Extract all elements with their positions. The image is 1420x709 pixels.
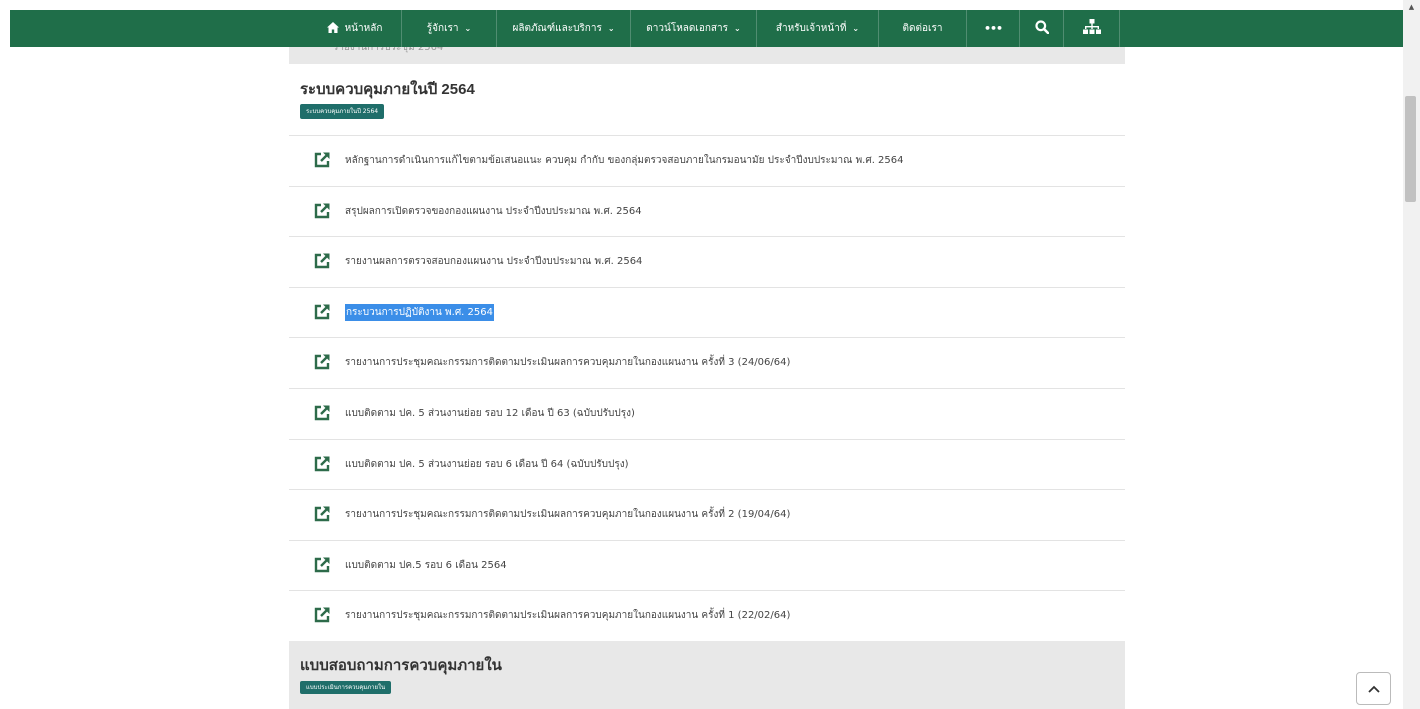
document-link[interactable]: แบบติดตาม ปค. 5 ส่วนงานย่อย รอบ 6 เดือน …	[345, 457, 629, 472]
chevron-down-icon: ⌄	[852, 24, 860, 33]
section-title: ระบบควบคุมภายในปี 2564	[300, 81, 475, 98]
section-tag[interactable]: ระบบควบคุมภายในปี 2564	[300, 104, 385, 119]
document-row[interactable]: รายงานการประชุมคณะกรรมการติดตามประเมินผล…	[289, 337, 1125, 388]
document-row[interactable]: รายงานการประชุมคณะกรรมการติดตามประเมินผล…	[289, 489, 1125, 540]
document-row[interactable]: รายงานการประชุมคณะกรรมการติดตามประเมินผล…	[289, 590, 1125, 641]
nav-downloads-label: ดาวน์โหลดเอกสาร	[646, 23, 728, 34]
document-row[interactable]: แบบติดตาม ปค.5 รอบ 6 เดือน 2564	[289, 539, 1125, 591]
page: หน้าหลัก รู้จักเรา ⌄ ผลิตภัณฑ์และบริการ …	[0, 0, 1420, 709]
document-row[interactable]: สรุปผลการเปิดตรวจของกองแผนงาน ประจำปีงบป…	[289, 185, 1125, 237]
document-row[interactable]: หลักฐานการดำเนินการแก้ไขตามข้อเสนอแนะ คว…	[289, 135, 1125, 186]
external-link-icon	[314, 304, 330, 319]
questionnaire-tag[interactable]: แบบประเมินการควบคุมภายใน	[300, 681, 392, 694]
questionnaire-section: แบบสอบถามการควบคุมภายใน แบบประเมินการควบ…	[289, 641, 1125, 709]
top-navbar: หน้าหลัก รู้จักเรา ⌄ ผลิตภัณฑ์และบริการ …	[10, 10, 1403, 47]
nav-downloads[interactable]: ดาวน์โหลดเอกสาร ⌄	[631, 10, 757, 47]
nav-home-label: หน้าหลัก	[344, 23, 383, 34]
document-link[interactable]: รายงานการประชุมคณะกรรมการติดตามประเมินผล…	[345, 507, 790, 522]
back-to-top-button[interactable]	[1356, 672, 1391, 705]
document-list: หลักฐานการดำเนินการแก้ไขตามข้อเสนอแนะ คว…	[289, 135, 1125, 641]
external-link-icon	[314, 354, 330, 370]
document-link[interactable]: หลักฐานการดำเนินการแก้ไขตามข้อเสนอแนะ คว…	[345, 153, 904, 168]
questionnaire-title: แบบสอบถามการควบคุมภายใน	[300, 657, 502, 674]
chevron-up-icon	[1367, 685, 1380, 693]
nav-home[interactable]: หน้าหลัก	[308, 10, 402, 47]
nav-search-button[interactable]	[1020, 10, 1064, 47]
document-link[interactable]: สรุปผลการเปิดตรวจของกองแผนงาน ประจำปีงบป…	[345, 204, 642, 219]
nav-staff[interactable]: สำหรับเจ้าหน้าที่ ⌄	[757, 10, 879, 47]
scroll-up-arrow-icon[interactable]: ▲	[1403, 0, 1420, 15]
page-scrollbar[interactable]: ▲	[1403, 0, 1420, 709]
document-row[interactable]: แบบติดตาม ปค. 5 ส่วนงานย่อย รอบ 6 เดือน …	[289, 438, 1125, 490]
document-row[interactable]: กระบวนการปฏิบัติงาน พ.ศ. 2564	[289, 286, 1125, 338]
nav-menu: หน้าหลัก รู้จักเรา ⌄ ผลิตภัณฑ์และบริการ …	[308, 10, 1120, 47]
nav-sitemap-button[interactable]	[1064, 10, 1120, 47]
chevron-down-icon: ⌄	[464, 24, 472, 33]
nav-products[interactable]: ผลิตภัณฑ์และบริการ ⌄	[497, 10, 631, 47]
document-link[interactable]: รายงานผลการตรวจสอบกองแผนงาน ประจำปีงบประ…	[345, 254, 642, 269]
content-column: รายงานการประชุม 2564 ระบบควบคุมภายในปี 2…	[289, 47, 1125, 709]
nav-staff-label: สำหรับเจ้าหน้าที่	[775, 23, 847, 34]
nav-contact[interactable]: ติดต่อเรา	[879, 10, 967, 47]
search-icon	[1034, 20, 1049, 37]
nav-about-label: รู้จักเรา	[426, 23, 459, 34]
document-link[interactable]: รายงานการประชุมคณะกรรมการติดตามประเมินผล…	[345, 608, 790, 623]
scroll-thumb[interactable]	[1405, 96, 1416, 202]
external-link-icon	[314, 557, 330, 572]
home-icon	[326, 21, 339, 36]
previous-section-text: รายงานการประชุม 2564	[333, 47, 444, 53]
external-link-icon	[314, 456, 330, 471]
external-link-icon	[314, 253, 330, 269]
nav-more-button[interactable]: •••	[967, 10, 1020, 47]
previous-section-strip: รายงานการประชุม 2564	[289, 47, 1125, 64]
document-link[interactable]: กระบวนการปฏิบัติงาน พ.ศ. 2564	[345, 303, 494, 321]
document-row[interactable]: รายงานผลการตรวจสอบกองแผนงาน ประจำปีงบประ…	[289, 236, 1125, 287]
external-link-icon	[314, 607, 330, 623]
nav-about[interactable]: รู้จักเรา ⌄	[402, 10, 497, 47]
sitemap-icon	[1082, 19, 1101, 38]
document-link[interactable]: รายงานการประชุมคณะกรรมการติดตามประเมินผล…	[345, 355, 790, 370]
nav-products-label: ผลิตภัณฑ์และบริการ	[512, 23, 602, 34]
external-link-icon	[314, 506, 330, 522]
document-link[interactable]: แบบติดตาม ปค.5 รอบ 6 เดือน 2564	[345, 558, 507, 573]
document-row[interactable]: แบบติดตาม ปค. 5 ส่วนงานย่อย รอบ 12 เดือน…	[289, 387, 1125, 439]
external-link-icon	[314, 152, 330, 168]
external-link-icon	[314, 203, 330, 218]
chevron-down-icon: ⌄	[734, 24, 741, 33]
more-dots-icon: •••	[983, 22, 1003, 35]
document-link[interactable]: แบบติดตาม ปค. 5 ส่วนงานย่อย รอบ 12 เดือน…	[345, 406, 635, 421]
external-link-icon	[314, 405, 330, 421]
nav-contact-label: ติดต่อเรา	[902, 23, 943, 34]
chevron-down-icon: ⌄	[607, 24, 615, 33]
